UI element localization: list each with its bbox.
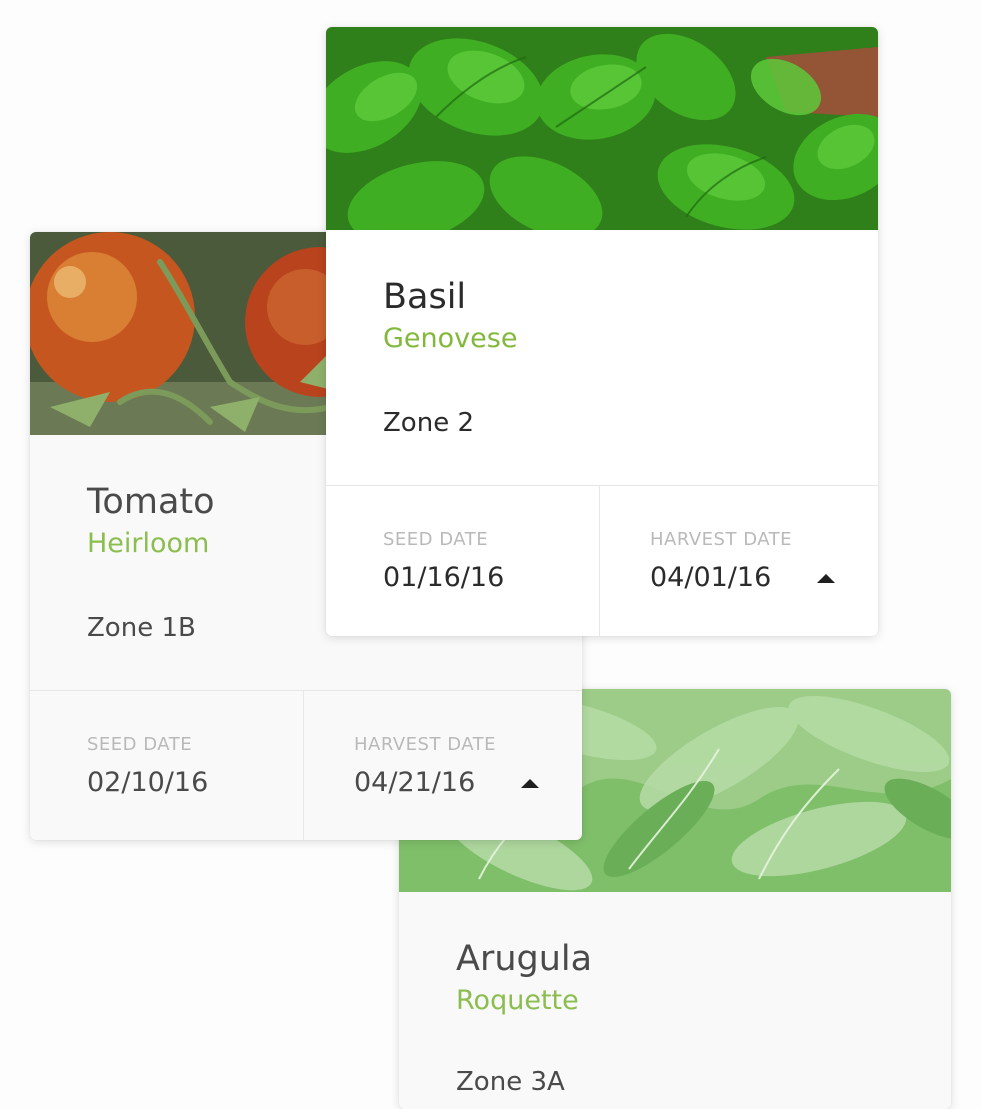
- caret-up-icon[interactable]: [521, 779, 539, 788]
- plant-zone: Zone 2: [383, 408, 474, 438]
- plant-variety: Heirloom: [87, 528, 210, 559]
- plant-name: Tomato: [87, 482, 215, 522]
- divider: [303, 691, 304, 840]
- seed-date-label: SEED DATE: [87, 734, 193, 755]
- caret-up-icon[interactable]: [817, 574, 835, 583]
- divider: [599, 486, 600, 636]
- harvest-date-value: 04/21/16: [354, 767, 476, 798]
- seed-date-label: SEED DATE: [383, 529, 489, 550]
- plant-variety: Roquette: [456, 985, 579, 1016]
- plant-name: Arugula: [456, 939, 593, 979]
- plant-zone: Zone 3A: [456, 1067, 565, 1097]
- harvest-date-label: HARVEST DATE: [650, 529, 793, 550]
- harvest-date-label: HARVEST DATE: [354, 734, 497, 755]
- plant-zone: Zone 1B: [87, 613, 196, 643]
- plant-card-basil[interactable]: Basil Genovese Zone 2 SEED DATE 01/16/16…: [326, 27, 878, 636]
- harvest-date-value: 04/01/16: [650, 562, 772, 593]
- seed-date-value: 01/16/16: [383, 562, 505, 593]
- basil-photo: [326, 27, 878, 230]
- divider: [326, 485, 878, 486]
- divider: [30, 690, 582, 691]
- seed-date-value: 02/10/16: [87, 767, 209, 798]
- plant-name: Basil: [383, 277, 467, 317]
- plant-variety: Genovese: [383, 323, 518, 354]
